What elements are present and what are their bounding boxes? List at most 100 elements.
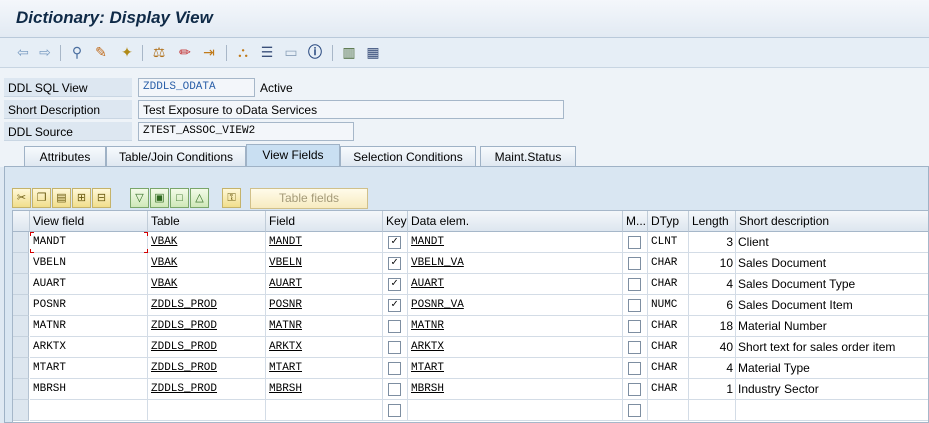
- cell-view-field[interactable]: [30, 400, 148, 421]
- mandatory-checkbox[interactable]: [628, 383, 641, 396]
- navigate-icon[interactable]: ⇥: [200, 43, 218, 61]
- cell-dtyp[interactable]: CHAR: [648, 316, 689, 337]
- cell-dtyp[interactable]: NUMC: [648, 295, 689, 316]
- cell-view-field[interactable]: MBRSH: [30, 379, 148, 400]
- cell-data-element[interactable]: MBRSH: [408, 379, 623, 400]
- table-row[interactable]: AUART VBAK AUART ✓ AUART CHAR 4 Sales Document …: [13, 274, 928, 295]
- table-row[interactable]: [13, 400, 928, 421]
- key-icon[interactable]: ⚿: [222, 188, 241, 208]
- cell-field[interactable]: MATNR: [266, 316, 383, 337]
- table-row[interactable]: MATNR ZDDLS_PROD MATNR MATNR CHAR 18 Material …: [13, 316, 928, 337]
- cell-dtyp[interactable]: CHAR: [648, 253, 689, 274]
- tab-selection-conditions[interactable]: Selection Conditions: [340, 146, 476, 166]
- mandatory-checkbox[interactable]: [628, 278, 641, 291]
- cell-length[interactable]: 1: [689, 379, 736, 400]
- col-key[interactable]: Key: [383, 211, 408, 232]
- table-fields-button[interactable]: Table fields: [250, 188, 368, 209]
- columns-icon[interactable]: ▦: [364, 43, 382, 61]
- row-selector[interactable]: [13, 358, 29, 379]
- cell-table[interactable]: ZDDLS_PROD: [148, 337, 266, 358]
- table-structure-icon[interactable]: ▥: [340, 43, 358, 61]
- cell-length[interactable]: 4: [689, 274, 736, 295]
- cell-data-element[interactable]: MTART: [408, 358, 623, 379]
- cell-table[interactable]: ZDDLS_PROD: [148, 316, 266, 337]
- cell-data-element[interactable]: POSNR_VA: [408, 295, 623, 316]
- col-view-field[interactable]: View field: [30, 211, 148, 232]
- deselect-all-icon[interactable]: □: [170, 188, 189, 208]
- cell-table[interactable]: VBAK: [148, 274, 266, 295]
- paste-icon[interactable]: ▤: [52, 188, 71, 208]
- key-checkbox[interactable]: ✓: [388, 278, 401, 291]
- cell-field[interactable]: MTART: [266, 358, 383, 379]
- table-row[interactable]: VBELN VBAK VBELN ✓ VBELN_VA CHAR 10 Sales Docum…: [13, 253, 928, 274]
- key-checkbox[interactable]: [388, 320, 401, 333]
- mandatory-checkbox[interactable]: [628, 341, 641, 354]
- cell-short-description[interactable]: Sales Document Type: [736, 274, 928, 295]
- delete-row-icon[interactable]: ⊟: [92, 188, 111, 208]
- activate-icon[interactable]: ✦: [118, 43, 136, 61]
- key-checkbox[interactable]: [388, 404, 401, 417]
- cell-short-description[interactable]: Short text for sales order item: [736, 337, 928, 358]
- cell-table[interactable]: VBAK: [148, 253, 266, 274]
- forward-arrow-icon[interactable]: ⇨: [36, 43, 54, 61]
- mandatory-checkbox[interactable]: [628, 299, 641, 312]
- row-selector[interactable]: [13, 400, 29, 421]
- select-all-header[interactable]: [13, 211, 30, 232]
- row-selector[interactable]: [13, 295, 29, 316]
- col-field[interactable]: Field: [266, 211, 383, 232]
- cell-view-field[interactable]: ARKTX: [30, 337, 148, 358]
- cell-dtyp[interactable]: CHAR: [648, 379, 689, 400]
- cell-short-description[interactable]: Material Number: [736, 316, 928, 337]
- tab-table-join-conditions[interactable]: Table/Join Conditions: [106, 146, 246, 166]
- cell-short-description[interactable]: [736, 400, 928, 421]
- display-object-list-icon[interactable]: ☰: [258, 43, 276, 61]
- key-checkbox[interactable]: ✓: [388, 257, 401, 270]
- cell-view-field[interactable]: POSNR: [30, 295, 148, 316]
- cell-field[interactable]: [266, 400, 383, 421]
- key-checkbox[interactable]: [388, 341, 401, 354]
- row-selector[interactable]: [13, 337, 29, 358]
- where-used-icon[interactable]: ⚖: [150, 43, 168, 61]
- mandatory-checkbox[interactable]: [628, 362, 641, 375]
- select-all-icon[interactable]: ▣: [150, 188, 169, 208]
- cell-length[interactable]: 10: [689, 253, 736, 274]
- cell-length[interactable]: 3: [689, 232, 736, 253]
- back-arrow-icon[interactable]: ⇦: [14, 43, 32, 61]
- table-row[interactable]: MTART ZDDLS_PROD MTART MTART CHAR 4 Material T…: [13, 358, 928, 379]
- cell-table[interactable]: ZDDLS_PROD: [148, 295, 266, 316]
- row-selector[interactable]: [13, 379, 29, 400]
- tab-maint-status[interactable]: Maint.Status: [480, 146, 576, 166]
- table-row[interactable]: ARKTX ZDDLS_PROD ARKTX ARKTX CHAR 40 Short tex…: [13, 337, 928, 358]
- tab-view-fields[interactable]: View Fields: [246, 144, 340, 167]
- mandatory-checkbox[interactable]: [628, 257, 641, 270]
- layout-icon[interactable]: ▭: [282, 43, 300, 61]
- hierarchy-icon[interactable]: ⛬: [234, 43, 252, 61]
- cell-short-description[interactable]: Sales Document: [736, 253, 928, 274]
- cell-length[interactable]: 40: [689, 337, 736, 358]
- cell-length[interactable]: [689, 400, 736, 421]
- cell-field[interactable]: POSNR: [266, 295, 383, 316]
- cell-short-description[interactable]: Material Type: [736, 358, 928, 379]
- row-selector[interactable]: [13, 274, 29, 295]
- ddl-source-field[interactable]: ZTEST_ASSOC_VIEW2: [138, 122, 354, 141]
- cell-data-element[interactable]: AUART: [408, 274, 623, 295]
- other-object-icon[interactable]: ⚲: [68, 43, 86, 61]
- mandatory-checkbox[interactable]: [628, 320, 641, 333]
- cell-dtyp[interactable]: CLNT: [648, 232, 689, 253]
- key-checkbox[interactable]: [388, 383, 401, 396]
- cell-view-field[interactable]: AUART: [30, 274, 148, 295]
- cell-dtyp[interactable]: [648, 400, 689, 421]
- insert-row-icon[interactable]: ⊞: [72, 188, 91, 208]
- cell-field[interactable]: ARKTX: [266, 337, 383, 358]
- cell-data-element[interactable]: ARKTX: [408, 337, 623, 358]
- cut-icon[interactable]: ✂: [12, 188, 31, 208]
- ddl-sql-view-field[interactable]: ZDDLS_ODATA: [138, 78, 255, 97]
- row-selector[interactable]: [13, 316, 29, 337]
- edit-icon[interactable]: ✏: [176, 43, 194, 61]
- cell-field[interactable]: AUART: [266, 274, 383, 295]
- mandatory-checkbox[interactable]: [628, 404, 641, 417]
- cell-length[interactable]: 4: [689, 358, 736, 379]
- col-short-description[interactable]: Short description: [736, 211, 928, 232]
- col-table[interactable]: Table: [148, 211, 266, 232]
- cell-length[interactable]: 6: [689, 295, 736, 316]
